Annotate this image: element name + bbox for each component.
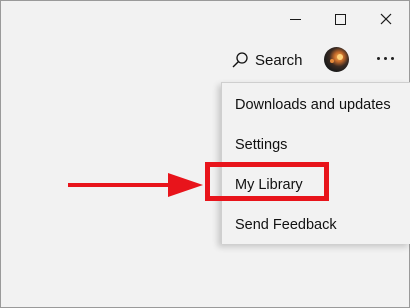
- avatar-highlight: [337, 54, 343, 60]
- annotation-highlight-box: [205, 162, 329, 201]
- menu-item-settings[interactable]: Settings: [235, 135, 287, 155]
- minimize-button[interactable]: [280, 7, 310, 31]
- maximize-button[interactable]: [325, 7, 355, 31]
- annotation-arrow-icon: [68, 173, 203, 197]
- more-options-button[interactable]: [373, 48, 397, 68]
- search-button[interactable]: Search: [230, 47, 303, 73]
- minimize-icon: [289, 19, 301, 20]
- menu-item-downloads-and-updates[interactable]: Downloads and updates: [235, 95, 391, 115]
- close-icon: [380, 13, 392, 25]
- avatar-highlight: [330, 59, 334, 63]
- more-horizontal-icon: [376, 56, 380, 60]
- user-avatar[interactable]: [324, 47, 349, 72]
- search-icon: [230, 50, 250, 70]
- search-label: Search: [255, 51, 303, 69]
- close-button[interactable]: [371, 7, 401, 31]
- menu-item-send-feedback[interactable]: Send Feedback: [235, 215, 337, 235]
- maximize-icon: [334, 13, 346, 25]
- app-window: Search Downloads and updates Settings My…: [0, 0, 410, 308]
